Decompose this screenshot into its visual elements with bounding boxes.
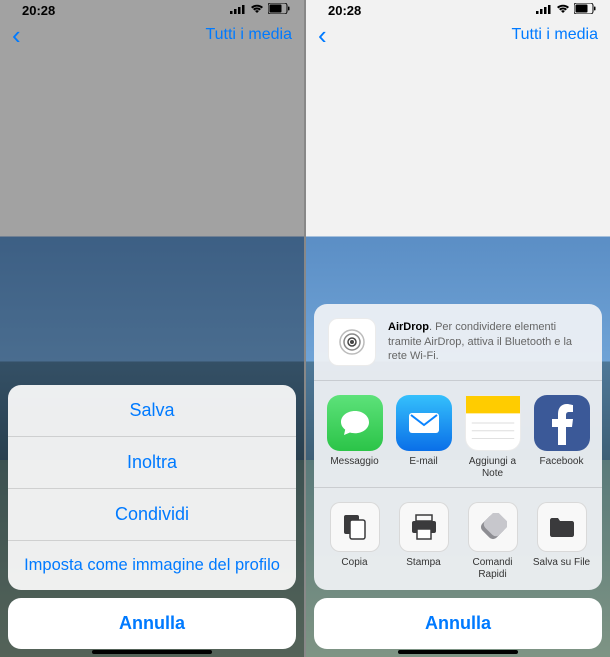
cancel-button[interactable]: Annulla bbox=[8, 598, 296, 649]
status-bar: 20:28 bbox=[306, 0, 610, 20]
copy-icon bbox=[330, 502, 380, 552]
set-profile-image-button[interactable]: Imposta come immagine del profilo bbox=[8, 541, 296, 590]
all-media-link[interactable]: Tutti i media bbox=[205, 26, 292, 44]
shortcuts-icon bbox=[468, 502, 518, 552]
status-time: 20:28 bbox=[328, 3, 361, 18]
facebook-app[interactable]: Facebook bbox=[527, 395, 596, 479]
mail-icon bbox=[396, 395, 452, 451]
action-label: Comandi Rapidi bbox=[458, 557, 527, 580]
back-button[interactable]: ‹ bbox=[12, 20, 21, 51]
app-label: Messaggio bbox=[330, 456, 378, 468]
action-sheet-options: Salva Inoltra Condividi Imposta come imm… bbox=[8, 385, 296, 590]
wifi-icon bbox=[556, 4, 570, 17]
mail-app[interactable]: E-mail bbox=[389, 395, 458, 479]
forward-button[interactable]: Inoltra bbox=[8, 437, 296, 489]
folder-icon bbox=[537, 502, 587, 552]
notes-app[interactable]: Aggiungi a Note bbox=[458, 395, 527, 479]
shortcuts-action[interactable]: Comandi Rapidi bbox=[458, 502, 527, 580]
airdrop-text: AirDrop. Per condividere elementi tramit… bbox=[388, 320, 588, 365]
screenshot-right: 20:28 ‹ Tutti i media AirDrop. Per con bbox=[306, 0, 610, 657]
all-media-link[interactable]: Tutti i media bbox=[511, 26, 598, 44]
airdrop-icon bbox=[328, 318, 376, 366]
battery-icon bbox=[268, 3, 290, 17]
share-panel: AirDrop. Per condividere elementi tramit… bbox=[314, 304, 602, 590]
save-button[interactable]: Salva bbox=[8, 385, 296, 437]
status-bar: 20:28 bbox=[0, 0, 304, 20]
battery-icon bbox=[574, 3, 596, 17]
save-files-action[interactable]: Salva su File bbox=[527, 502, 596, 580]
app-label: Aggiungi a Note bbox=[458, 456, 527, 479]
notes-icon bbox=[465, 395, 521, 451]
share-apps-row: Messaggio E-mail Aggiungi a Note bbox=[314, 381, 602, 488]
signal-icon bbox=[536, 4, 552, 17]
home-indicator[interactable] bbox=[398, 650, 518, 654]
cancel-button[interactable]: Annulla bbox=[314, 598, 602, 649]
share-sheet: AirDrop. Per condividere elementi tramit… bbox=[314, 304, 602, 649]
status-right bbox=[230, 3, 290, 17]
print-icon bbox=[399, 502, 449, 552]
copy-action[interactable]: Copia bbox=[320, 502, 389, 580]
airdrop-title: AirDrop bbox=[388, 321, 429, 333]
home-indicator[interactable] bbox=[92, 650, 212, 654]
facebook-icon bbox=[534, 395, 590, 451]
back-button[interactable]: ‹ bbox=[318, 20, 327, 51]
airdrop-row[interactable]: AirDrop. Per condividere elementi tramit… bbox=[314, 304, 602, 381]
signal-icon bbox=[230, 4, 246, 17]
action-label: Copia bbox=[341, 557, 367, 569]
app-label: E-mail bbox=[409, 456, 437, 468]
status-right bbox=[536, 3, 596, 17]
app-label: Facebook bbox=[540, 456, 584, 468]
share-actions-row: Copia Stampa Comandi Rapidi bbox=[314, 488, 602, 590]
action-label: Salva su File bbox=[533, 557, 590, 569]
messages-app[interactable]: Messaggio bbox=[320, 395, 389, 479]
action-label: Stampa bbox=[406, 557, 440, 569]
print-action[interactable]: Stampa bbox=[389, 502, 458, 580]
share-button[interactable]: Condividi bbox=[8, 489, 296, 541]
screenshot-left: 20:28 ‹ Tutti i media Salva Inoltra Cond… bbox=[0, 0, 304, 657]
message-icon bbox=[327, 395, 383, 451]
status-time: 20:28 bbox=[22, 3, 55, 18]
wifi-icon bbox=[250, 4, 264, 17]
action-sheet: Salva Inoltra Condividi Imposta come imm… bbox=[8, 385, 296, 649]
